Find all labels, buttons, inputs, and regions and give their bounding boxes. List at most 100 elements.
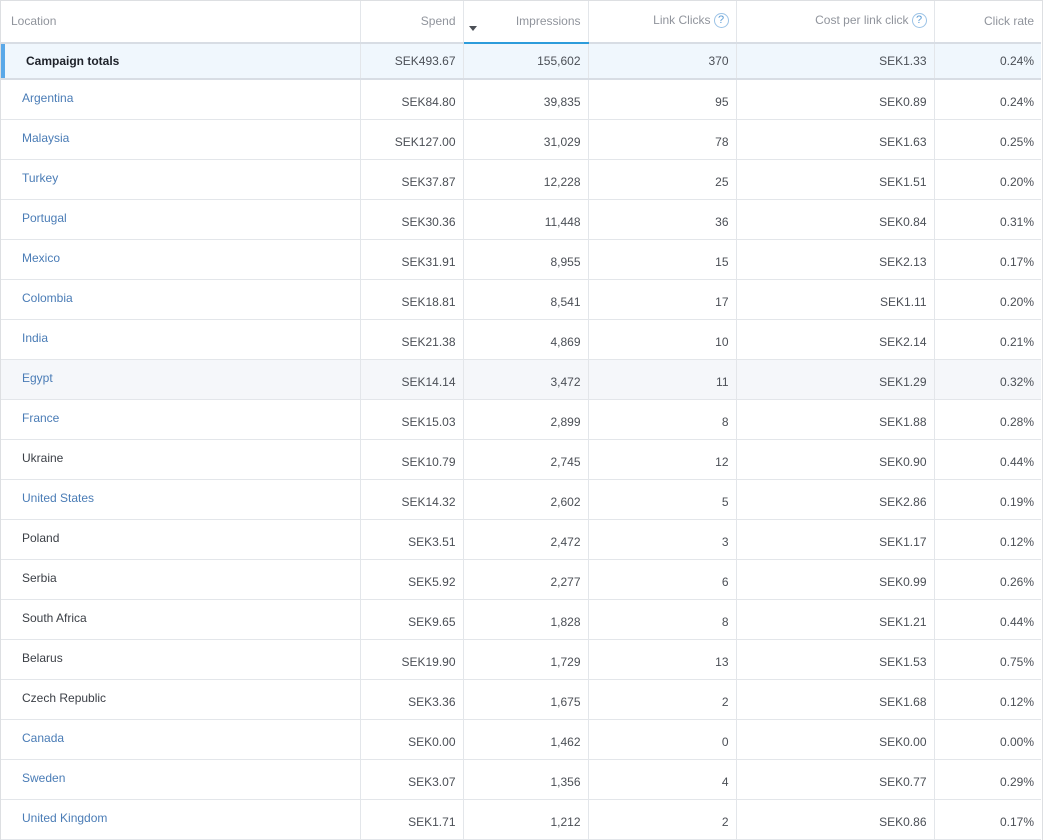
totals-cost-per-link-click: SEK1.33 bbox=[736, 43, 935, 80]
cell-link-clicks: 15 bbox=[588, 239, 737, 280]
table-row: Canada SEK0.00 1,462 0 SEK0.00 0.00% bbox=[1, 719, 1041, 760]
table-row: Mexico SEK31.91 8,955 15 SEK2.13 0.17% bbox=[1, 239, 1041, 280]
location-link[interactable]: Malaysia bbox=[22, 131, 69, 145]
cell-click-rate: 0.20% bbox=[934, 279, 1041, 320]
cell-link-clicks: 17 bbox=[588, 279, 737, 320]
location-link[interactable]: Turkey bbox=[22, 171, 58, 185]
help-icon[interactable]: ? bbox=[713, 13, 729, 29]
location-label: Czech Republic bbox=[22, 691, 107, 705]
cell-location: Malaysia bbox=[1, 119, 361, 160]
location-link[interactable]: Portugal bbox=[22, 211, 67, 225]
cell-spend: SEK1.71 bbox=[360, 799, 464, 840]
cell-impressions: 1,675 bbox=[463, 679, 589, 720]
column-header-cost-per-link-click[interactable]: Cost per link click? bbox=[736, 1, 935, 44]
cell-location: Mexico bbox=[1, 239, 361, 280]
cell-location: United States bbox=[1, 479, 361, 520]
location-label: Serbia bbox=[22, 571, 57, 585]
cell-impressions: 1,212 bbox=[463, 799, 589, 840]
cell-click-rate: 0.75% bbox=[934, 639, 1041, 680]
cell-link-clicks: 13 bbox=[588, 639, 737, 680]
cell-link-clicks: 8 bbox=[588, 399, 737, 440]
column-header-label: Spend bbox=[420, 13, 456, 28]
cell-click-rate: 0.25% bbox=[934, 119, 1041, 160]
cell-impressions: 2,277 bbox=[463, 559, 589, 600]
table-row: Belarus SEK19.90 1,729 13 SEK1.53 0.75% bbox=[1, 639, 1041, 680]
location-link[interactable]: United States bbox=[22, 491, 94, 505]
cell-link-clicks: 12 bbox=[588, 439, 737, 480]
location-link[interactable]: Sweden bbox=[22, 771, 65, 785]
cell-impressions: 4,869 bbox=[463, 319, 589, 360]
location-link[interactable]: United Kingdom bbox=[22, 811, 107, 825]
totals-impressions: 155,602 bbox=[463, 43, 589, 80]
cell-impressions: 2,745 bbox=[463, 439, 589, 480]
campaign-totals-row: Campaign totals SEK493.67 155,602 370 SE… bbox=[1, 43, 1041, 80]
location-link[interactable]: Colombia bbox=[22, 291, 73, 305]
column-header-impressions[interactable]: Impressions bbox=[463, 1, 589, 44]
table-row: Egypt SEK14.14 3,472 11 SEK1.29 0.32% bbox=[1, 359, 1041, 400]
cell-impressions: 1,828 bbox=[463, 599, 589, 640]
cell-impressions: 2,602 bbox=[463, 479, 589, 520]
cell-click-rate: 0.29% bbox=[934, 759, 1041, 800]
cell-spend: SEK21.38 bbox=[360, 319, 464, 360]
location-label: South Africa bbox=[22, 611, 87, 625]
table-row: Turkey SEK37.87 12,228 25 SEK1.51 0.20% bbox=[1, 159, 1041, 200]
cell-location: Poland bbox=[1, 519, 361, 560]
cell-click-rate: 0.19% bbox=[934, 479, 1041, 520]
cell-cost-per-link-click: SEK0.84 bbox=[736, 199, 935, 240]
column-header-click-rate[interactable]: Click rate bbox=[934, 1, 1041, 44]
cell-location: Ukraine bbox=[1, 439, 361, 480]
cell-cost-per-link-click: SEK1.17 bbox=[736, 519, 935, 560]
cell-spend: SEK9.65 bbox=[360, 599, 464, 640]
column-header-link-clicks[interactable]: Link Clicks? bbox=[588, 1, 737, 44]
column-header-spend[interactable]: Spend bbox=[360, 1, 464, 44]
cell-location: Turkey bbox=[1, 159, 361, 200]
cell-cost-per-link-click: SEK0.89 bbox=[736, 79, 935, 120]
table-row: Serbia SEK5.92 2,277 6 SEK0.99 0.26% bbox=[1, 559, 1041, 600]
cell-spend: SEK3.07 bbox=[360, 759, 464, 800]
cell-impressions: 1,356 bbox=[463, 759, 589, 800]
table-row: Colombia SEK18.81 8,541 17 SEK1.11 0.20% bbox=[1, 279, 1041, 320]
location-link[interactable]: France bbox=[22, 411, 59, 425]
cell-location: India bbox=[1, 319, 361, 360]
location-link[interactable]: Argentina bbox=[22, 91, 73, 105]
cell-impressions: 31,029 bbox=[463, 119, 589, 160]
cell-cost-per-link-click: SEK2.13 bbox=[736, 239, 935, 280]
cell-click-rate: 0.20% bbox=[934, 159, 1041, 200]
totals-link-clicks: 370 bbox=[588, 43, 737, 80]
cell-spend: SEK18.81 bbox=[360, 279, 464, 320]
cell-click-rate: 0.21% bbox=[934, 319, 1041, 360]
help-icon[interactable]: ? bbox=[911, 13, 927, 29]
table-row: United Kingdom SEK1.71 1,212 2 SEK0.86 0.17% bbox=[1, 799, 1041, 840]
cell-link-clicks: 95 bbox=[588, 79, 737, 120]
cell-spend: SEK0.00 bbox=[360, 719, 464, 760]
cell-link-clicks: 78 bbox=[588, 119, 737, 160]
location-link[interactable]: India bbox=[22, 331, 48, 345]
cell-spend: SEK10.79 bbox=[360, 439, 464, 480]
cell-cost-per-link-click: SEK0.90 bbox=[736, 439, 935, 480]
cell-cost-per-link-click: SEK1.88 bbox=[736, 399, 935, 440]
totals-spend: SEK493.67 bbox=[360, 43, 464, 80]
cell-spend: SEK3.51 bbox=[360, 519, 464, 560]
column-header-label: Cost per link click bbox=[815, 12, 909, 27]
cell-link-clicks: 11 bbox=[588, 359, 737, 400]
cell-spend: SEK84.80 bbox=[360, 79, 464, 120]
cell-cost-per-link-click: SEK0.00 bbox=[736, 719, 935, 760]
location-link[interactable]: Egypt bbox=[22, 371, 53, 385]
cell-impressions: 8,955 bbox=[463, 239, 589, 280]
cell-location: United Kingdom bbox=[1, 799, 361, 840]
column-header-location[interactable]: Location bbox=[1, 1, 361, 44]
cell-cost-per-link-click: SEK1.11 bbox=[736, 279, 935, 320]
cell-location: France bbox=[1, 399, 361, 440]
location-link[interactable]: Mexico bbox=[22, 251, 60, 265]
table-row: India SEK21.38 4,869 10 SEK2.14 0.21% bbox=[1, 319, 1041, 360]
cell-click-rate: 0.17% bbox=[934, 239, 1041, 280]
table-row: Portugal SEK30.36 11,448 36 SEK0.84 0.31% bbox=[1, 199, 1041, 240]
location-link[interactable]: Canada bbox=[22, 731, 64, 745]
cell-click-rate: 0.24% bbox=[934, 79, 1041, 120]
cell-impressions: 12,228 bbox=[463, 159, 589, 200]
cell-link-clicks: 5 bbox=[588, 479, 737, 520]
totals-click-rate: 0.24% bbox=[934, 43, 1041, 80]
table-header-row: Location Spend Impressions Link Clicks? … bbox=[1, 1, 1041, 44]
cell-link-clicks: 10 bbox=[588, 319, 737, 360]
table-row: Ukraine SEK10.79 2,745 12 SEK0.90 0.44% bbox=[1, 439, 1041, 480]
